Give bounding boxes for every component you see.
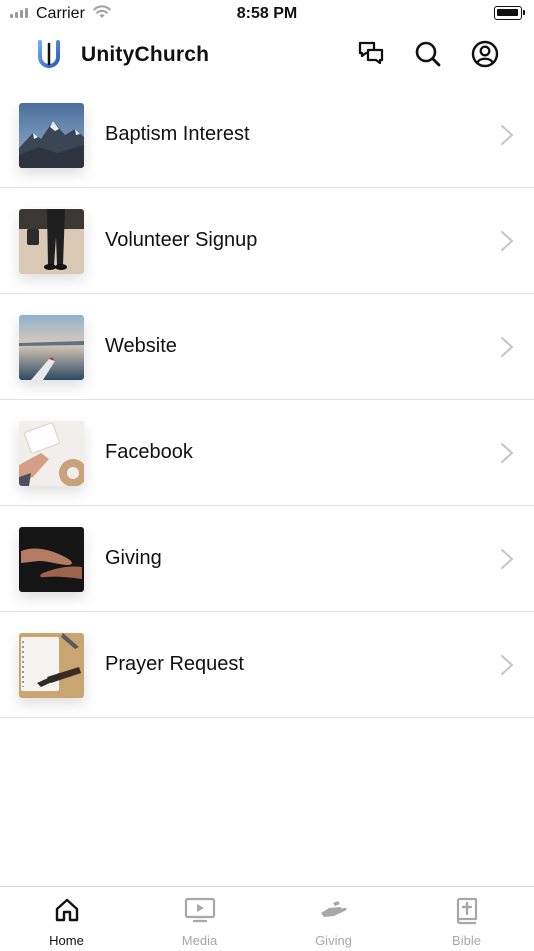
app-header: UnityChurch — [0, 28, 534, 84]
thumbnail-image — [19, 209, 84, 274]
bible-icon — [456, 897, 477, 925]
list-item[interactable]: Baptism Interest — [0, 82, 534, 188]
chevron-right-icon — [501, 337, 513, 357]
list-item-label: Prayer Request — [105, 653, 244, 675]
tab-bible[interactable]: Bible — [400, 887, 533, 951]
profile-icon[interactable] — [470, 39, 500, 69]
tab-label: Home — [49, 933, 84, 948]
chat-icon[interactable] — [356, 39, 386, 69]
list-item[interactable]: Prayer Request — [0, 612, 534, 718]
church-logo-icon — [38, 40, 60, 68]
app-title: UnityChurch — [81, 43, 210, 66]
chevron-right-icon — [501, 231, 513, 251]
home-icon — [55, 898, 78, 922]
list-item[interactable]: Volunteer Signup — [0, 188, 534, 294]
tab-label: Bible — [452, 933, 481, 948]
thumbnail-image — [19, 633, 84, 698]
menu-list: Baptism Interest Volunteer Signup Websit… — [0, 82, 534, 718]
thumbnail-image — [19, 315, 84, 380]
status-bar: Carrier 8:58 PM — [0, 0, 534, 28]
list-item[interactable]: Giving — [0, 506, 534, 612]
list-item-label: Facebook — [105, 441, 193, 463]
list-item-label: Volunteer Signup — [105, 229, 258, 251]
tab-label: Media — [181, 933, 218, 948]
giving-icon — [320, 901, 347, 917]
chevron-right-icon — [501, 125, 513, 145]
list-item-label: Giving — [105, 547, 162, 569]
thumbnail-image — [19, 527, 84, 592]
tab-giving[interactable]: Giving — [267, 887, 400, 951]
search-icon[interactable] — [413, 39, 443, 69]
media-icon — [184, 897, 215, 923]
tab-home[interactable]: Home — [0, 887, 133, 951]
thumbnail-image — [19, 103, 84, 168]
thumbnail-image — [19, 421, 84, 486]
chevron-right-icon — [501, 655, 513, 675]
battery-icon — [494, 6, 525, 20]
tab-label: Giving — [315, 933, 352, 948]
list-item-label: Baptism Interest — [105, 123, 250, 145]
tab-media[interactable]: Media — [133, 887, 266, 951]
list-item-label: Website — [105, 335, 177, 357]
chevron-right-icon — [501, 443, 513, 463]
list-item[interactable]: Website — [0, 294, 534, 400]
list-item[interactable]: Facebook — [0, 400, 534, 506]
tab-bar: Home Media Giving Bible — [0, 886, 534, 951]
chevron-right-icon — [501, 549, 513, 569]
status-time: 8:58 PM — [236, 5, 298, 22]
